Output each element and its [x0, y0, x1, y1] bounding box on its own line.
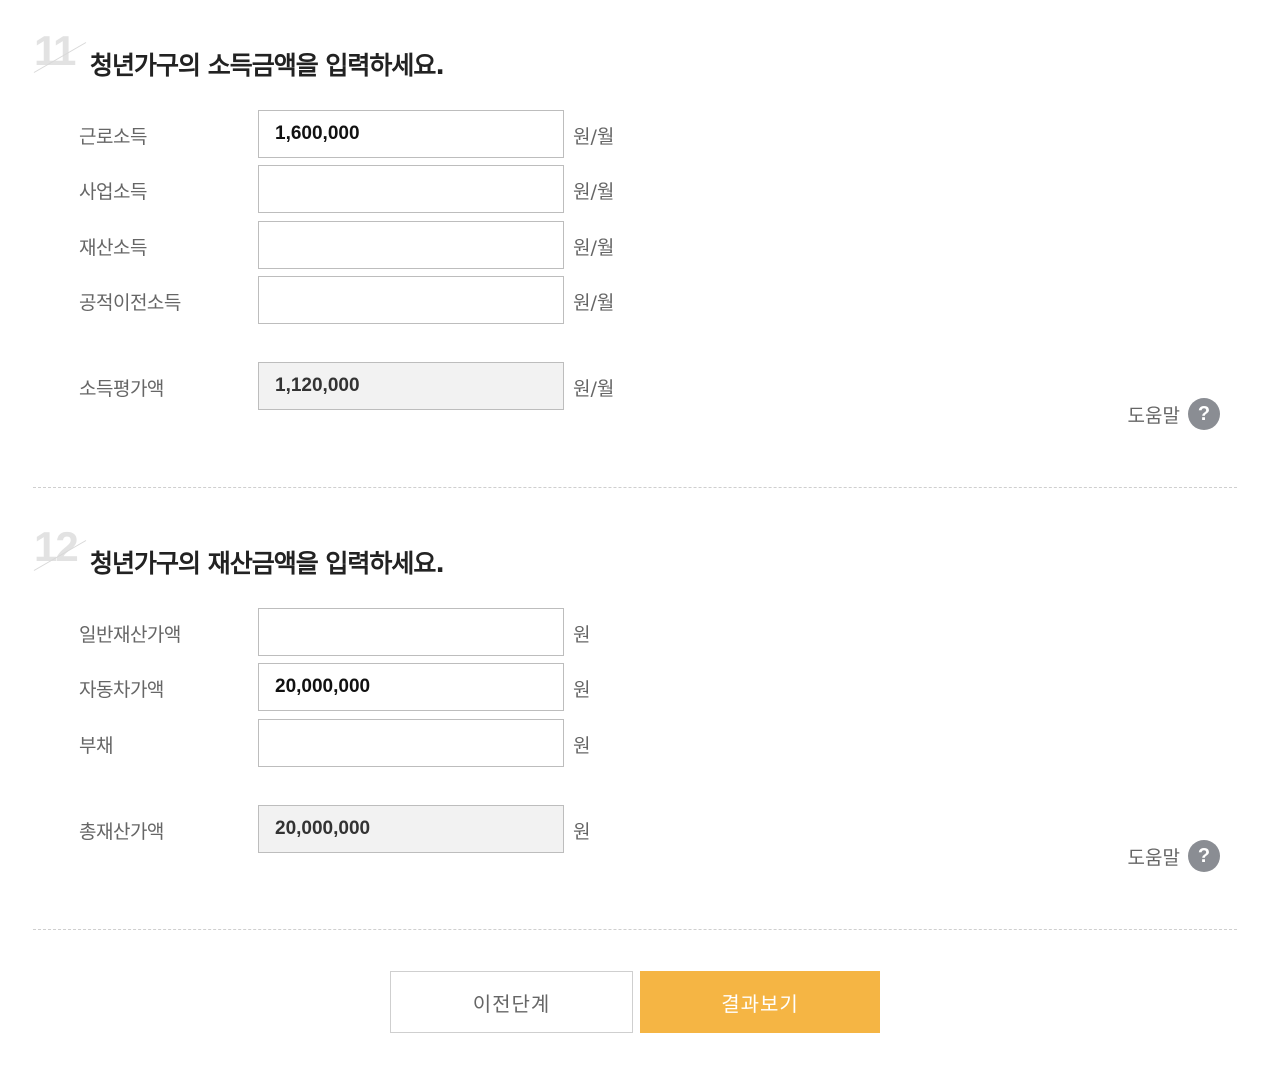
field-label: 총재산가액 [79, 821, 164, 843]
form-row: 근로소득 원/월 [0, 110, 700, 158]
field-label: 일반재산가액 [79, 624, 181, 646]
unit-label: 원 [573, 735, 591, 757]
help-link[interactable]: 도움말 ? [1128, 840, 1220, 872]
view-result-button[interactable]: 결과보기 [640, 971, 880, 1033]
public-transfer-income-input[interactable] [258, 276, 564, 324]
field-label: 자동차가액 [79, 679, 164, 701]
unit-label: 원 [573, 624, 591, 646]
section-title: 청년가구의 소득금액을 입력하세요. [90, 51, 445, 80]
unit-label: 원 [573, 679, 591, 701]
question-icon[interactable]: ? [1188, 398, 1220, 430]
unit-label: 원/월 [573, 126, 615, 148]
help-label: 도움말 [1127, 404, 1180, 427]
form-row: 사업소득 원/월 [0, 165, 700, 213]
prev-step-button[interactable]: 이전단계 [390, 971, 633, 1033]
unit-label: 원 [573, 821, 591, 843]
section-divider [33, 487, 1237, 488]
unit-label: 원/월 [573, 237, 615, 259]
field-label: 재산소득 [79, 237, 147, 259]
field-label: 사업소득 [79, 181, 147, 203]
form-row-total: 소득평가액 원/월 [0, 362, 700, 410]
income-evaluation-field [258, 362, 564, 410]
debt-input[interactable] [258, 719, 564, 767]
earned-income-input[interactable] [258, 110, 564, 158]
help-label: 도움말 [1127, 846, 1180, 869]
unit-label: 원/월 [573, 181, 615, 203]
section-title: 청년가구의 재산금액을 입력하세요. [90, 549, 445, 578]
form-row: 부채 원 [0, 719, 700, 767]
general-asset-input[interactable] [258, 608, 564, 656]
step-number: 12 [34, 523, 79, 570]
form-row: 재산소득 원/월 [0, 221, 700, 269]
section-divider [33, 929, 1237, 930]
unit-label: 원/월 [573, 292, 615, 314]
unit-label: 원/월 [573, 378, 615, 400]
vehicle-value-input[interactable] [258, 663, 564, 711]
field-label: 부채 [79, 735, 113, 757]
field-label: 근로소득 [79, 126, 147, 148]
form-row: 자동차가액 원 [0, 663, 700, 711]
help-link[interactable]: 도움말 ? [1128, 398, 1220, 430]
field-label: 소득평가액 [79, 378, 164, 400]
business-income-input[interactable] [258, 165, 564, 213]
form-row: 일반재산가액 원 [0, 608, 700, 656]
form-row-total: 총재산가액 원 [0, 805, 700, 853]
total-asset-field [258, 805, 564, 853]
form-row: 공적이전소득 원/월 [0, 276, 700, 324]
property-income-input[interactable] [258, 221, 564, 269]
question-icon[interactable]: ? [1188, 840, 1220, 872]
field-label: 공적이전소득 [79, 292, 181, 314]
